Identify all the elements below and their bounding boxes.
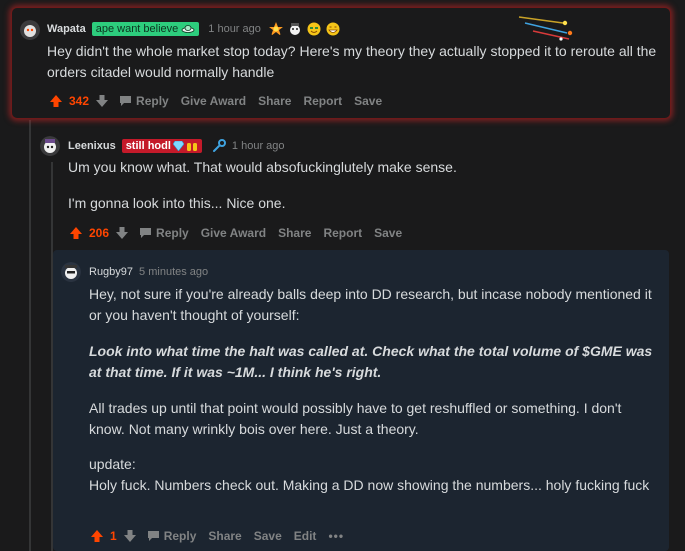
explosion-award-icon[interactable]	[268, 22, 283, 36]
comment-paragraph: All trades up until that point would pos…	[89, 400, 622, 437]
comment-paragraph: Um you know what. That would absofucking…	[68, 159, 457, 175]
user-flair: still hodl	[121, 139, 202, 153]
mod-wrench-icon[interactable]	[212, 139, 226, 153]
more-options-button[interactable]: •••	[328, 529, 344, 543]
timestamp[interactable]: 1 hour ago	[208, 23, 261, 35]
comment-thread: Wapata ape want believe 1 hour ago Hey d…	[0, 0, 685, 551]
money-face-award-icon[interactable]	[307, 22, 321, 36]
edit-button[interactable]: Edit	[294, 529, 317, 543]
report-button[interactable]: Report	[303, 94, 342, 108]
downvote-arrow-icon[interactable]	[115, 226, 129, 240]
upvote-arrow-icon[interactable]	[49, 94, 63, 108]
highlighted-comment: Wapata ape want believe 1 hour ago Hey d…	[11, 7, 671, 119]
save-button[interactable]: Save	[374, 226, 402, 240]
downvote-arrow-icon[interactable]	[123, 529, 137, 543]
comment-paragraph: Hey didn't the whole market stop today? …	[47, 43, 657, 80]
reply-label: Reply	[163, 529, 197, 543]
share-button[interactable]: Share	[278, 226, 311, 240]
save-button[interactable]: Save	[354, 94, 382, 108]
timestamp[interactable]: 5 minutes ago	[139, 266, 208, 278]
snoo-avatar-icon	[61, 262, 81, 282]
vote-controls: 206	[69, 226, 129, 240]
comment-paragraph: I'm gonna look into this... Nice one.	[68, 195, 286, 211]
award-list	[268, 22, 340, 36]
vote-score: 1	[110, 529, 117, 543]
reply-button[interactable]: Reply	[119, 94, 169, 108]
update-label: update:	[89, 456, 136, 472]
avatar[interactable]	[61, 262, 81, 282]
flair-text: ape want believe	[95, 23, 179, 35]
reply-button[interactable]: Reply	[139, 226, 189, 240]
reply-button[interactable]: Reply	[147, 529, 197, 543]
username[interactable]: Leenixus	[68, 140, 116, 152]
grin-award-icon[interactable]	[326, 22, 340, 36]
diamond-icon	[172, 141, 184, 151]
share-button[interactable]: Share	[258, 94, 291, 108]
comment-meta: Wapata ape want believe 1 hour ago	[47, 22, 340, 36]
wholesome-award-icon[interactable]	[288, 22, 302, 36]
flair-text: still hodl	[125, 140, 171, 152]
vote-score: 342	[69, 94, 90, 108]
comment-meta: Leenixus still hodl 1 hour ago	[68, 139, 285, 153]
comment-meta: Rugby97 5 minutes ago	[89, 266, 208, 278]
snoo-avatar-icon	[20, 20, 40, 40]
avatar[interactable]	[20, 20, 40, 40]
vote-controls: 342	[49, 94, 109, 108]
reply-label: Reply	[136, 94, 169, 108]
avatar[interactable]	[40, 136, 60, 156]
comment-actions: 1 Reply Share Save Edit •••	[90, 529, 356, 543]
downvote-arrow-icon[interactable]	[95, 94, 109, 108]
speech-bubble-icon	[147, 531, 159, 541]
comment-paragraph-emphasis: Look into what time the halt was called …	[89, 343, 653, 380]
comment-paragraph: Hey, not sure if you're already balls de…	[89, 286, 652, 323]
timestamp[interactable]: 1 hour ago	[232, 140, 285, 152]
ufo-icon	[181, 25, 195, 33]
comment-actions: 342 Reply Give Award Share Report Save	[49, 94, 394, 108]
share-button[interactable]: Share	[208, 529, 241, 543]
user-flair: ape want believe	[91, 22, 200, 36]
speech-bubble-icon	[140, 228, 152, 238]
speech-bubble-icon	[120, 96, 132, 106]
upvote-arrow-icon[interactable]	[69, 226, 83, 240]
report-button[interactable]: Report	[323, 226, 362, 240]
comment-body: Hey, not sure if you're already balls de…	[89, 284, 661, 496]
comment-paragraph: Holy fuck. Numbers check out. Making a D…	[89, 477, 650, 493]
shooting-stars-decoration	[518, 16, 573, 41]
username[interactable]: Wapata	[47, 23, 86, 35]
save-button[interactable]: Save	[254, 529, 282, 543]
username[interactable]: Rugby97	[89, 266, 133, 278]
comment-body: Hey didn't the whole market stop today? …	[47, 41, 659, 96]
snoo-avatar-icon	[40, 136, 60, 156]
vote-controls: 1	[90, 529, 137, 543]
comment-body: Um you know what. That would absofucking…	[68, 157, 658, 227]
upvote-arrow-icon[interactable]	[90, 529, 104, 543]
give-award-button[interactable]: Give Award	[201, 226, 266, 240]
give-award-button[interactable]: Give Award	[181, 94, 246, 108]
reply-label: Reply	[156, 226, 189, 240]
thread-line-level1[interactable]	[29, 120, 31, 551]
raised-hands-icon	[186, 143, 197, 151]
vote-score: 206	[89, 226, 110, 240]
comment-actions: 206 Reply Give Award Share Report Save	[69, 226, 414, 240]
